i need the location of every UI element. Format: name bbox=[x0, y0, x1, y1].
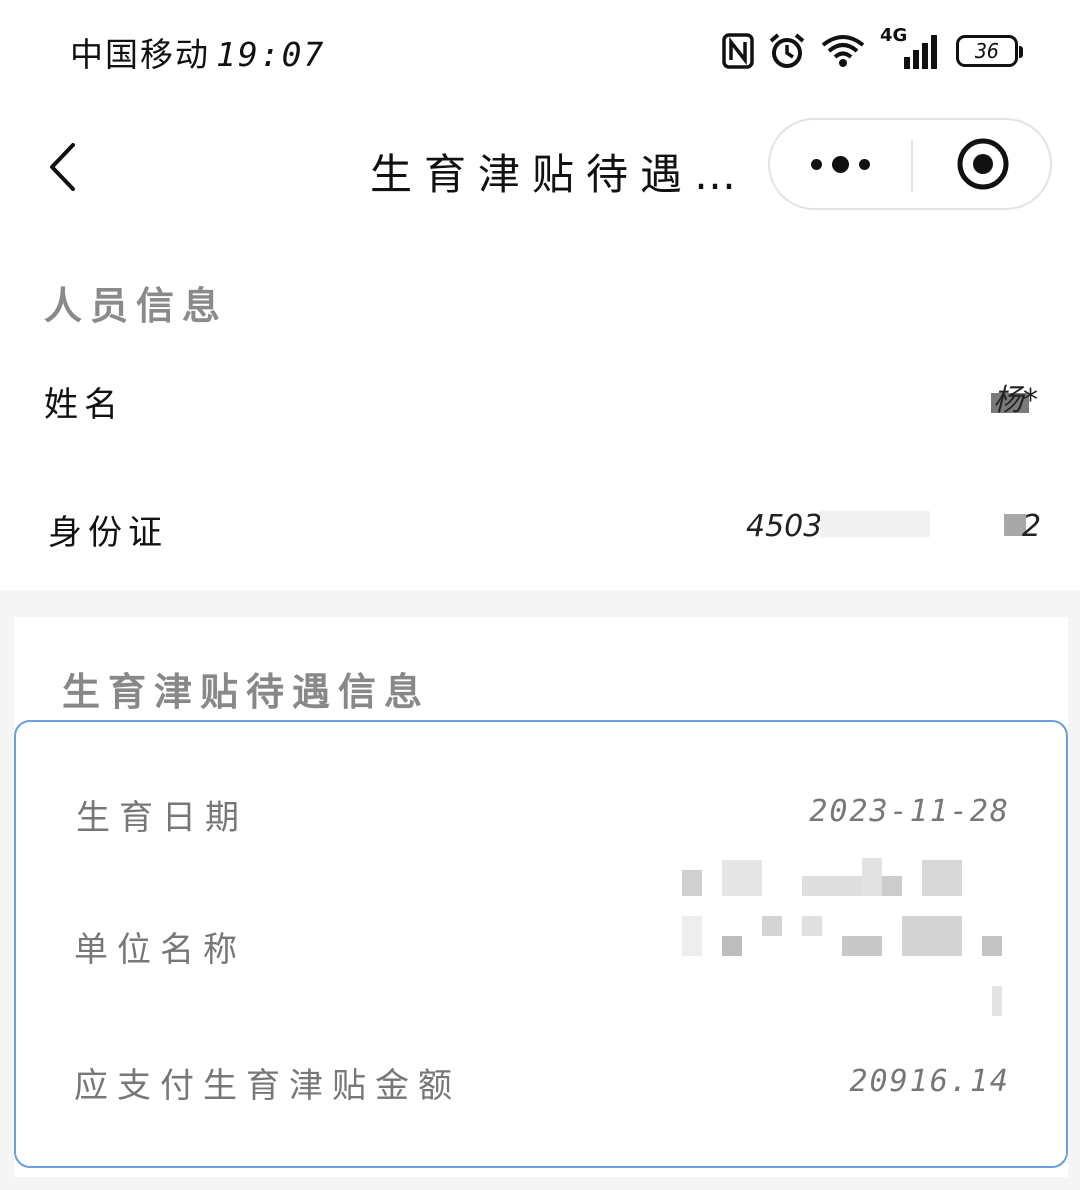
nfc-icon bbox=[722, 33, 754, 69]
chevron-left-icon bbox=[50, 143, 75, 191]
clock: 19:07 bbox=[216, 35, 326, 74]
target-close-icon bbox=[957, 138, 1008, 190]
id-card-label: 身份证 bbox=[48, 513, 168, 553]
benefit-detail-box: 生育日期 2023-11-28 单位名称 应支付生育津贴金额 20916.14 bbox=[14, 720, 1068, 1168]
mini-program-capsule bbox=[768, 118, 1052, 210]
wifi-icon bbox=[820, 33, 866, 69]
navigation-bar: 生育津贴待遇… bbox=[0, 105, 1080, 235]
more-dot-icon bbox=[810, 158, 822, 170]
name-value: 杨* bbox=[991, 375, 1038, 419]
battery-level: 36 bbox=[974, 39, 1000, 63]
back-button[interactable] bbox=[38, 137, 86, 197]
person-info-section: 人员信息 姓名 杨* 身份证 4503 2 bbox=[0, 235, 1080, 590]
more-button[interactable] bbox=[770, 120, 910, 208]
person-info-title: 人员信息 bbox=[44, 284, 229, 328]
amount-label: 应支付生育津贴金额 bbox=[74, 1066, 461, 1106]
cellular-signal-icon: 4G bbox=[880, 27, 942, 71]
capsule-divider bbox=[911, 140, 913, 192]
page-title: 生育津贴待遇… bbox=[370, 150, 749, 199]
name-text: 杨* bbox=[993, 383, 1038, 418]
more-dot-icon bbox=[858, 158, 870, 170]
id-card-suffix: 2 bbox=[1022, 509, 1042, 544]
status-bar: 中国移动 19:07 4G 36 bbox=[0, 0, 1080, 105]
benefit-info-title: 生育津贴待遇信息 bbox=[62, 670, 431, 714]
carrier-label: 中国移动 bbox=[70, 35, 210, 74]
name-label: 姓名 bbox=[44, 385, 124, 425]
employer-label: 单位名称 bbox=[74, 930, 246, 970]
birth-date-label: 生育日期 bbox=[76, 798, 248, 838]
status-icons: 4G 36 bbox=[722, 27, 1023, 72]
amount-value: 20916.14 bbox=[849, 1064, 1010, 1099]
carrier-and-time: 中国移动 19:07 bbox=[70, 28, 325, 76]
birth-date-value: 2023-11-28 bbox=[809, 794, 1010, 829]
alarm-icon bbox=[768, 32, 806, 70]
id-card-prefix: 4503 bbox=[746, 509, 823, 544]
battery-icon: 36 bbox=[956, 35, 1023, 67]
close-mini-program-button[interactable] bbox=[915, 120, 1050, 208]
id-card-value: 4503 bbox=[746, 509, 822, 544]
benefit-info-card: 生育津贴待遇信息 生育日期 2023-11-28 单位名称 应支付生育津贴金额 … bbox=[14, 617, 1068, 1177]
more-dot-icon bbox=[831, 155, 849, 173]
id-card-mask bbox=[820, 511, 930, 537]
